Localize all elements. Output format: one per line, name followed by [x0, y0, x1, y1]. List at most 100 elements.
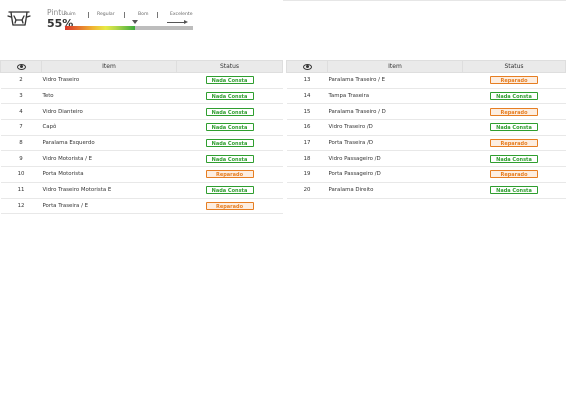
- item-name: Vidro Traseiro Motorista E: [41, 182, 177, 199]
- status-badge: Nada Consta: [490, 123, 538, 132]
- item-number: 2: [0, 72, 42, 89]
- status-badge: Nada Consta: [205, 123, 254, 132]
- scale-label-ruim: Ruim: [64, 12, 76, 17]
- status-cell: Nada Consta: [176, 135, 283, 152]
- table-row[interactable]: 14 Tampa Traseira Nada Consta: [286, 88, 566, 105]
- status-column-header: Status: [462, 60, 566, 73]
- status-cell: Nada Consta: [176, 150, 283, 168]
- status-badge: Nada Consta: [490, 186, 538, 195]
- status-column-header: Status: [176, 60, 283, 73]
- table-row[interactable]: 17 Porta Traseira /D Reparado: [286, 135, 566, 152]
- status-cell: Nada Consta: [176, 72, 283, 89]
- item-number: 12: [0, 198, 42, 215]
- car-icon: [7, 11, 31, 26]
- item-column-header: Item: [41, 60, 177, 73]
- item-number: 18: [286, 150, 328, 168]
- item-name: Porta Traseira / E: [41, 198, 177, 215]
- item-number: 7: [0, 119, 42, 136]
- table-row[interactable]: 8 Paralama Esquerdo Nada Consta: [0, 135, 283, 152]
- level-bar: [65, 26, 193, 30]
- item-number: 11: [0, 182, 42, 199]
- view-column-header[interactable]: [286, 60, 328, 73]
- status-cell: Nada Consta: [176, 182, 283, 199]
- status-badge: Nada Consta: [205, 186, 254, 195]
- status-badge: Nada Consta: [490, 92, 538, 101]
- status-badge: Reparado: [490, 76, 538, 85]
- item-name: Paralama Esquerdo: [41, 135, 177, 152]
- item-number: 10: [0, 166, 42, 183]
- item-number: 20: [286, 182, 328, 199]
- status-cell: Reparado: [176, 166, 283, 183]
- table-body-right: 13 Paralama Traseiro / E Reparado 14 Tampa T…: [286, 72, 566, 199]
- table-row[interactable]: 12 Porta Traseira / E Reparado: [0, 198, 283, 215]
- arrow-line: [167, 22, 185, 23]
- item-name: Porta Passageiro /D: [327, 166, 463, 183]
- item-name: Paralama Direito: [327, 182, 463, 199]
- status-cell: Reparado: [462, 166, 566, 183]
- table-row[interactable]: 16 Vidro Traseiro /D Nada Consta: [286, 119, 566, 136]
- status-cell: Reparado: [462, 103, 566, 121]
- item-name: Paralama Traseiro / E: [327, 72, 463, 89]
- paint-score-header: Pintu 55% Ruim Regular Bom Excelente: [0, 0, 200, 34]
- table-row[interactable]: 19 Porta Passageiro /D Reparado: [286, 166, 566, 183]
- item-name: Vidro Dianteiro: [41, 103, 177, 121]
- status-badge: Nada Consta: [205, 107, 254, 116]
- table-row[interactable]: 13 Paralama Traseiro / E Reparado: [286, 72, 566, 89]
- table-row[interactable]: 3 Teto Nada Consta: [0, 88, 283, 105]
- item-name: Teto: [41, 88, 177, 105]
- eye-icon: [302, 63, 312, 70]
- item-number: 9: [0, 150, 42, 168]
- table-body-left: 2 Vidro Traseiro Nada Consta 3 Teto Nada Cons…: [0, 72, 283, 215]
- table-header-row: Item Status: [0, 60, 283, 73]
- arrow-right-icon: [184, 20, 188, 24]
- table-row[interactable]: 10 Porta Motorista Reparado: [0, 166, 283, 183]
- item-number: 8: [0, 135, 42, 152]
- items-table-right: Item Status 13 Paralama Traseiro / E Repar…: [286, 60, 566, 199]
- item-number: 17: [286, 135, 328, 152]
- scale-tick: [157, 12, 158, 18]
- status-cell: Nada Consta: [176, 88, 283, 105]
- table-row[interactable]: 4 Vidro Dianteiro Nada Consta: [0, 103, 283, 121]
- level-bar-fill: [65, 26, 136, 30]
- item-name: Tampa Traseira: [327, 88, 463, 105]
- status-cell: Nada Consta: [462, 119, 566, 136]
- item-name: Porta Motorista: [41, 166, 177, 183]
- item-name: Vidro Traseiro /D: [327, 119, 463, 136]
- item-number: 14: [286, 88, 328, 105]
- view-column-header[interactable]: [0, 60, 42, 73]
- table-row[interactable]: 9 Vidro Motorista / E Nada Consta: [0, 150, 283, 168]
- item-name: Capô: [41, 119, 177, 136]
- table-row[interactable]: 20 Paralama Direito Nada Consta: [286, 182, 566, 199]
- status-cell: Reparado: [462, 135, 566, 152]
- status-cell: Reparado: [176, 198, 283, 215]
- status-badge: Nada Consta: [490, 154, 538, 163]
- status-cell: Reparado: [462, 72, 566, 89]
- status-badge: Reparado: [490, 139, 538, 148]
- status-badge: Nada Consta: [205, 154, 254, 163]
- status-cell: Nada Consta: [176, 103, 283, 121]
- item-column-header: Item: [327, 60, 463, 73]
- scale-label-excelente: Excelente: [170, 12, 193, 17]
- table-header-row: Item Status: [286, 60, 566, 73]
- status-cell: Nada Consta: [462, 88, 566, 105]
- item-name: Vidro Traseiro: [41, 72, 177, 89]
- status-cell: Nada Consta: [176, 119, 283, 136]
- item-number: 15: [286, 103, 328, 121]
- level-pointer-icon: [132, 20, 139, 24]
- status-badge: Nada Consta: [205, 92, 254, 101]
- item-number: 3: [0, 88, 42, 105]
- status-badge: Reparado: [205, 170, 254, 179]
- table-row[interactable]: 7 Capô Nada Consta: [0, 119, 283, 136]
- item-name: Vidro Motorista / E: [41, 150, 177, 168]
- table-row[interactable]: 11 Vidro Traseiro Motorista E Nada Consta: [0, 182, 283, 199]
- table-row[interactable]: 15 Paralama Traseiro / D Reparado: [286, 103, 566, 121]
- status-badge: Reparado: [490, 107, 538, 116]
- table-row[interactable]: 18 Vidro Passageiro /D Nada Consta: [286, 150, 566, 168]
- status-cell: Nada Consta: [462, 150, 566, 168]
- table-row[interactable]: 2 Vidro Traseiro Nada Consta: [0, 72, 283, 89]
- item-name: Vidro Passageiro /D: [327, 150, 463, 168]
- item-name: Paralama Traseiro / D: [327, 103, 463, 121]
- eye-icon: [16, 63, 26, 70]
- status-cell: Nada Consta: [462, 182, 566, 199]
- items-table-left: Item Status 2 Vidro Traseiro Nada Consta 3 T…: [0, 60, 283, 215]
